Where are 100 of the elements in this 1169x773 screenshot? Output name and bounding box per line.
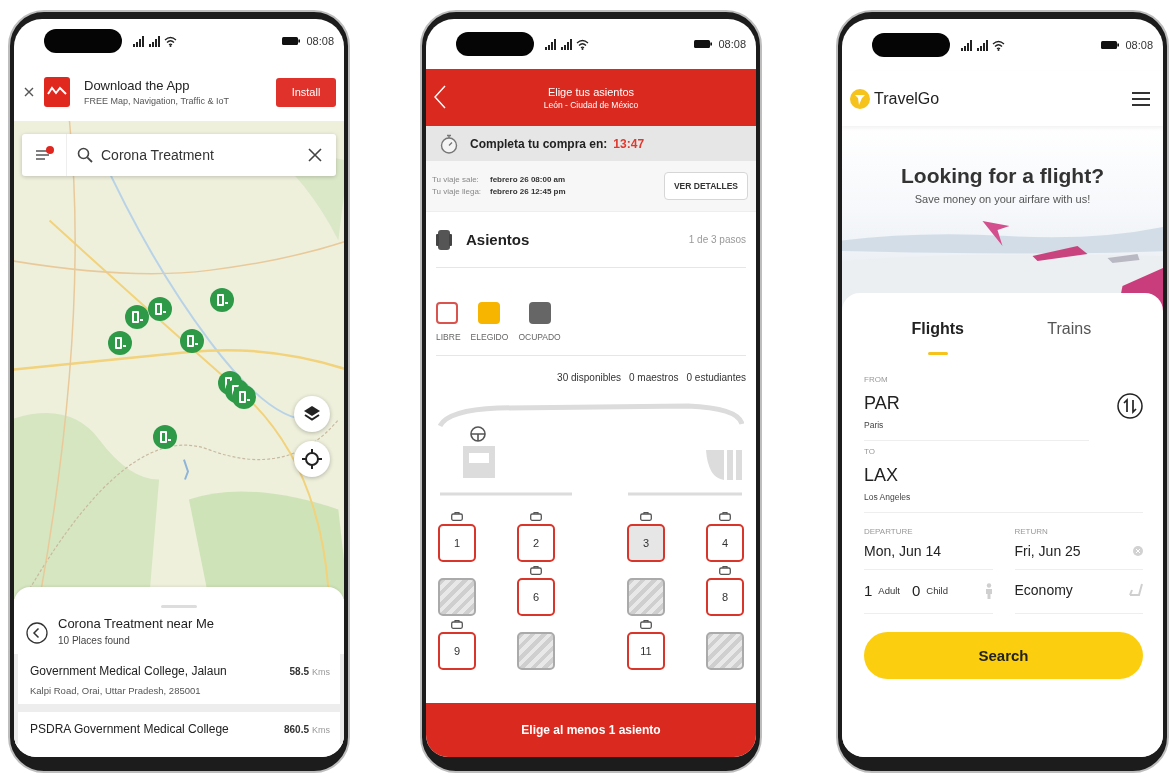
menu-icon[interactable] [1131, 90, 1151, 107]
seat[interactable]: 8 [706, 578, 744, 616]
headrest-icon [451, 620, 463, 629]
signal-icon [960, 39, 972, 51]
timer-label: Completa tu compra en: [470, 136, 608, 151]
airport-code: LAX [864, 465, 900, 486]
field-label: FROM [864, 375, 889, 384]
app-logo-icon [44, 77, 70, 107]
passenger-count: 0 [912, 582, 921, 599]
swap-icon[interactable] [1117, 393, 1143, 419]
signal-icon [132, 35, 144, 47]
distance-unit: Kms [312, 725, 330, 735]
occupied-seat [438, 578, 476, 616]
layers-icon [303, 405, 321, 423]
header-title: Elige tus asientos [547, 85, 635, 98]
field-label: DEPARTURE [864, 527, 914, 536]
trip-label: Tu viaje sale: [432, 174, 480, 186]
battery-icon [1101, 41, 1120, 49]
legend-swatch [528, 302, 551, 324]
distance-unit: Kms [312, 667, 330, 677]
person-icon [984, 582, 993, 599]
hospital-pin-icon [148, 297, 172, 321]
cabin-class: Economy [1014, 582, 1074, 598]
seat-count: 0 maestros [629, 371, 679, 383]
city-name: Los Angeles [864, 492, 912, 502]
seat[interactable]: 1 [438, 524, 476, 562]
stopwatch-icon [440, 133, 458, 154]
results-count: 10 Places found [58, 635, 131, 646]
seat[interactable]: 4 [706, 524, 744, 562]
battery-icon [694, 40, 713, 48]
seat[interactable]: 2 [517, 524, 555, 562]
place-name: PSDRA Government Medical College [30, 722, 230, 736]
trip-value: febrero 26 08:00 am [490, 175, 566, 184]
section-title: Asientos [466, 231, 530, 248]
travelgo-logo-icon [850, 88, 870, 109]
city-name: Paris [864, 420, 885, 430]
headrest-icon [530, 566, 542, 575]
step-indicator: 1 de 3 pasos [688, 234, 746, 245]
headrest-icon [451, 512, 463, 521]
footer-message: Elige al menos 1 asiento [426, 703, 756, 757]
headrest-icon [640, 620, 652, 629]
clear-icon[interactable] [308, 148, 322, 162]
hero-title: Looking for a flight? [901, 164, 1104, 188]
place-distance: 58.5 [289, 666, 309, 677]
banner-title: Download the App [84, 78, 191, 93]
legend-label: LIBRE [436, 332, 461, 342]
signal-icon [544, 38, 556, 50]
place-item[interactable]: Government Medical College, Jalaun 58.5 Kms Kalpi Road, Orai, Uttar Pradesh, 285001 [18, 654, 340, 704]
headrest-icon [530, 512, 542, 521]
field-label: TO [864, 447, 876, 456]
hospital-pin-icon [210, 288, 234, 312]
wifi-icon [164, 35, 177, 47]
search-icon [77, 147, 93, 163]
airport-code: PAR [864, 393, 901, 414]
seat-icon [436, 229, 452, 250]
seat[interactable]: 6 [517, 578, 555, 616]
details-button[interactable]: VER DETALLES [663, 172, 748, 200]
search-field[interactable]: Corona Treatment [101, 147, 294, 163]
wifi-icon [992, 39, 1005, 51]
occupied-seat [627, 578, 665, 616]
passenger-count: 1 [864, 582, 873, 599]
seat[interactable]: 9 [438, 632, 476, 670]
place-distance: 860.5 [283, 724, 309, 735]
drag-handle[interactable] [161, 605, 197, 608]
status-time: 08:08 [306, 35, 334, 47]
header-subtitle: León - Ciudad de México [543, 99, 639, 110]
close-icon[interactable] [24, 87, 34, 97]
banner-subtitle: FREE Map, Navigation, Traffic & IoT [84, 96, 230, 106]
date-value: Fri, Jun 25 [1014, 543, 1081, 559]
seat[interactable]: 11 [627, 632, 665, 670]
seat[interactable]: 3 [627, 524, 665, 562]
hospital-pin-icon [232, 385, 256, 409]
signal-icon [560, 38, 572, 50]
timer-countdown: 13:47 [613, 136, 645, 151]
headrest-icon [719, 512, 731, 521]
results-title: Corona Treatment near Me [58, 616, 215, 631]
occupied-seat [517, 632, 555, 670]
back-icon[interactable] [26, 622, 48, 644]
hospital-pin-icon [125, 305, 149, 329]
hospital-pin-icon [108, 331, 132, 355]
seat-icon [1127, 582, 1143, 598]
tab[interactable]: Trains [1003, 315, 1135, 359]
brand-name: TravelGo [874, 89, 940, 108]
legend-label: OCUPADO [518, 332, 561, 342]
hospital-pin-icon [153, 425, 177, 449]
headrest-icon [719, 566, 731, 575]
seat-count: 30 disponibles [557, 371, 622, 383]
hospital-pin-icon [180, 329, 204, 353]
trip-value: febrero 26 12:45 pm [490, 187, 566, 196]
occupied-seat [706, 632, 744, 670]
place-item[interactable]: PSDRA Government Medical College 860.5 Kms [18, 712, 340, 744]
place-name: Government Medical College, Jalaun [30, 664, 228, 678]
legend-swatch [436, 302, 458, 324]
hero-subtitle: Save money on your airfare with us! [914, 193, 1091, 205]
signal-icon [976, 39, 988, 51]
tab[interactable]: Flights [872, 315, 1004, 359]
status-time: 08:08 [1125, 39, 1153, 51]
search-button[interactable]: Search [864, 632, 1143, 679]
install-button[interactable]: Install [276, 77, 336, 107]
status-time: 08:08 [718, 38, 746, 50]
